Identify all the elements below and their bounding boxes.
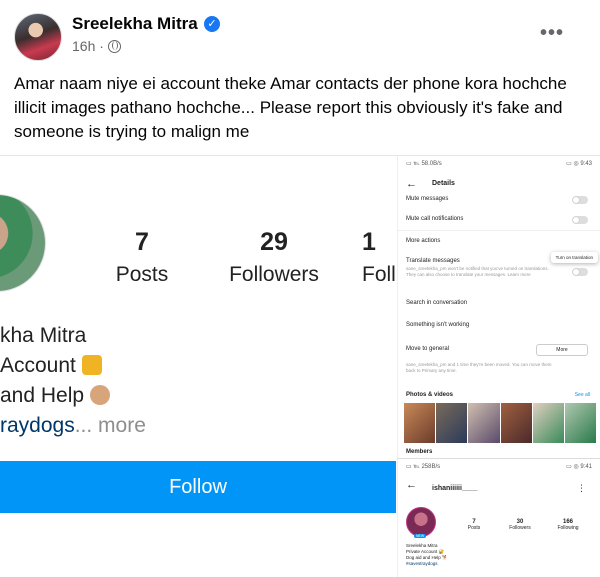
toggle-mute-messages <box>572 196 588 204</box>
move-description: sane_sreelekha_pm and 1 time they're bee… <box>406 362 552 373</box>
back-arrow-icon: ← <box>406 479 417 491</box>
divider <box>398 230 600 231</box>
mini-stat-followers: 30 Followers <box>502 519 538 531</box>
row-search: Search in conversation <box>406 300 468 306</box>
mini-bio-line: #savestraydogs <box>406 561 438 566</box>
photo-thumbnails <box>404 403 597 443</box>
see-all-link: See all <box>574 392 590 398</box>
row-translate: Translate messages <box>406 258 460 264</box>
status-bar-left: ▭ ℡ 58.0B/s <box>406 161 442 167</box>
more-button: More <box>536 344 588 356</box>
stat-posts-label: Posts <box>115 263 169 286</box>
members-label: Members <box>406 449 433 455</box>
bio-line-private: Account <box>0 354 102 378</box>
mini-stat-posts-label: Posts <box>467 525 481 531</box>
post-header: Sreelekha Mitra ✓ 16h · ••• <box>0 0 600 62</box>
translate-description: sane_sreelekha_pm won't be notified that… <box>406 266 549 277</box>
bio-help-text: and Help <box>0 384 85 407</box>
kebab-menu-icon: ⋮ <box>577 483 586 493</box>
photo-thumbnail <box>500 403 532 443</box>
post-meta: 16h · <box>72 38 121 54</box>
row-mute-messages: Mute messages <box>406 196 449 202</box>
profile-mini-screenshot: ▭ ℡ 258B/s ▭ ◎ 9:41 ← ishaniiiiii____ ⋮ … <box>397 458 600 577</box>
verified-badge-icon: ✓ <box>204 16 220 32</box>
stat-following: 1 Foll <box>362 228 396 287</box>
stat-followers-label: Followers <box>229 263 319 286</box>
stat-followers: 29 Followers <box>222 228 326 287</box>
stat-following-label: Foll <box>362 263 396 286</box>
bio-name: kha Mitra <box>0 324 87 347</box>
row-move-general: Move to general <box>406 346 450 352</box>
bio-more-link: ... more <box>74 414 146 437</box>
row-mute-calls: Mute call notifications <box>406 216 464 222</box>
row-something-wrong: Something isn't working <box>406 322 470 328</box>
stat-posts: 7 Posts <box>112 228 172 287</box>
details-title: Details <box>432 180 455 187</box>
photo-thumbnail <box>404 403 436 443</box>
translate-tooltip: Turn on translation <box>550 252 598 263</box>
more-options-icon[interactable]: ••• <box>540 22 564 45</box>
profile-avatar <box>0 194 46 292</box>
post-text: Amar naam niye ei account theke Amar con… <box>14 74 567 141</box>
mini-stat-posts: 7 Posts <box>456 519 492 531</box>
author-avatar[interactable] <box>14 13 62 61</box>
stat-followers-count: 29 <box>260 228 288 256</box>
mini-profile-avatar <box>406 507 436 537</box>
back-arrow-icon: ← <box>406 178 417 190</box>
dm-details-screenshot: ▭ ℡ 58.0B/s ▭ ◎ 9:43 ← Details Mute mess… <box>397 156 600 458</box>
row-more-actions: More actions <box>406 238 441 244</box>
stat-posts-count: 7 <box>135 228 149 256</box>
mini-stat-following-label: Following <box>557 525 579 531</box>
mini-profile-bio: Sreelekha Mitra Private Account 🔐 Dog ai… <box>406 543 448 567</box>
author-name[interactable]: Sreelekha Mitra <box>72 14 198 34</box>
follow-button: Follow <box>0 461 396 513</box>
dog-icon <box>90 385 111 405</box>
bio-private-text: Account <box>0 354 76 377</box>
post-time[interactable]: 16h · <box>72 38 104 54</box>
status-bar-right: ▭ ◎ 9:41 <box>566 464 592 470</box>
mini-stat-followers-label: Followers <box>509 525 531 531</box>
stat-following-count: 1 <box>362 228 376 256</box>
photos-videos-label: Photos & videos <box>406 392 454 398</box>
status-bar-left: ▭ ℡ 258B/s <box>406 464 441 470</box>
status-bar-right: ▭ ◎ 9:43 <box>566 161 592 167</box>
bio-hashtag-link: raydogs <box>0 414 75 437</box>
bio-line-help: and Help <box>0 384 111 408</box>
new-badge: NEW <box>414 534 427 538</box>
bio-line-link: raydogs... more <box>0 414 146 438</box>
toggle-translate <box>572 268 588 276</box>
profile-handle: ishaniiiiii____ <box>432 485 478 492</box>
toggle-mute-calls <box>572 216 588 224</box>
post-media[interactable]: 7 Posts 29 Followers 1 Foll kha Mitra Ac… <box>0 155 600 577</box>
photo-thumbnail <box>468 403 500 443</box>
photo-thumbnail <box>532 403 564 443</box>
photo-thumbnail <box>436 403 468 443</box>
mini-stat-following: 166 Following <box>550 519 586 531</box>
photo-thumbnail <box>564 403 597 443</box>
instagram-profile-screenshot: 7 Posts 29 Followers 1 Foll kha Mitra Ac… <box>0 156 396 577</box>
lock-icon <box>81 355 102 375</box>
globe-icon <box>107 39 121 53</box>
